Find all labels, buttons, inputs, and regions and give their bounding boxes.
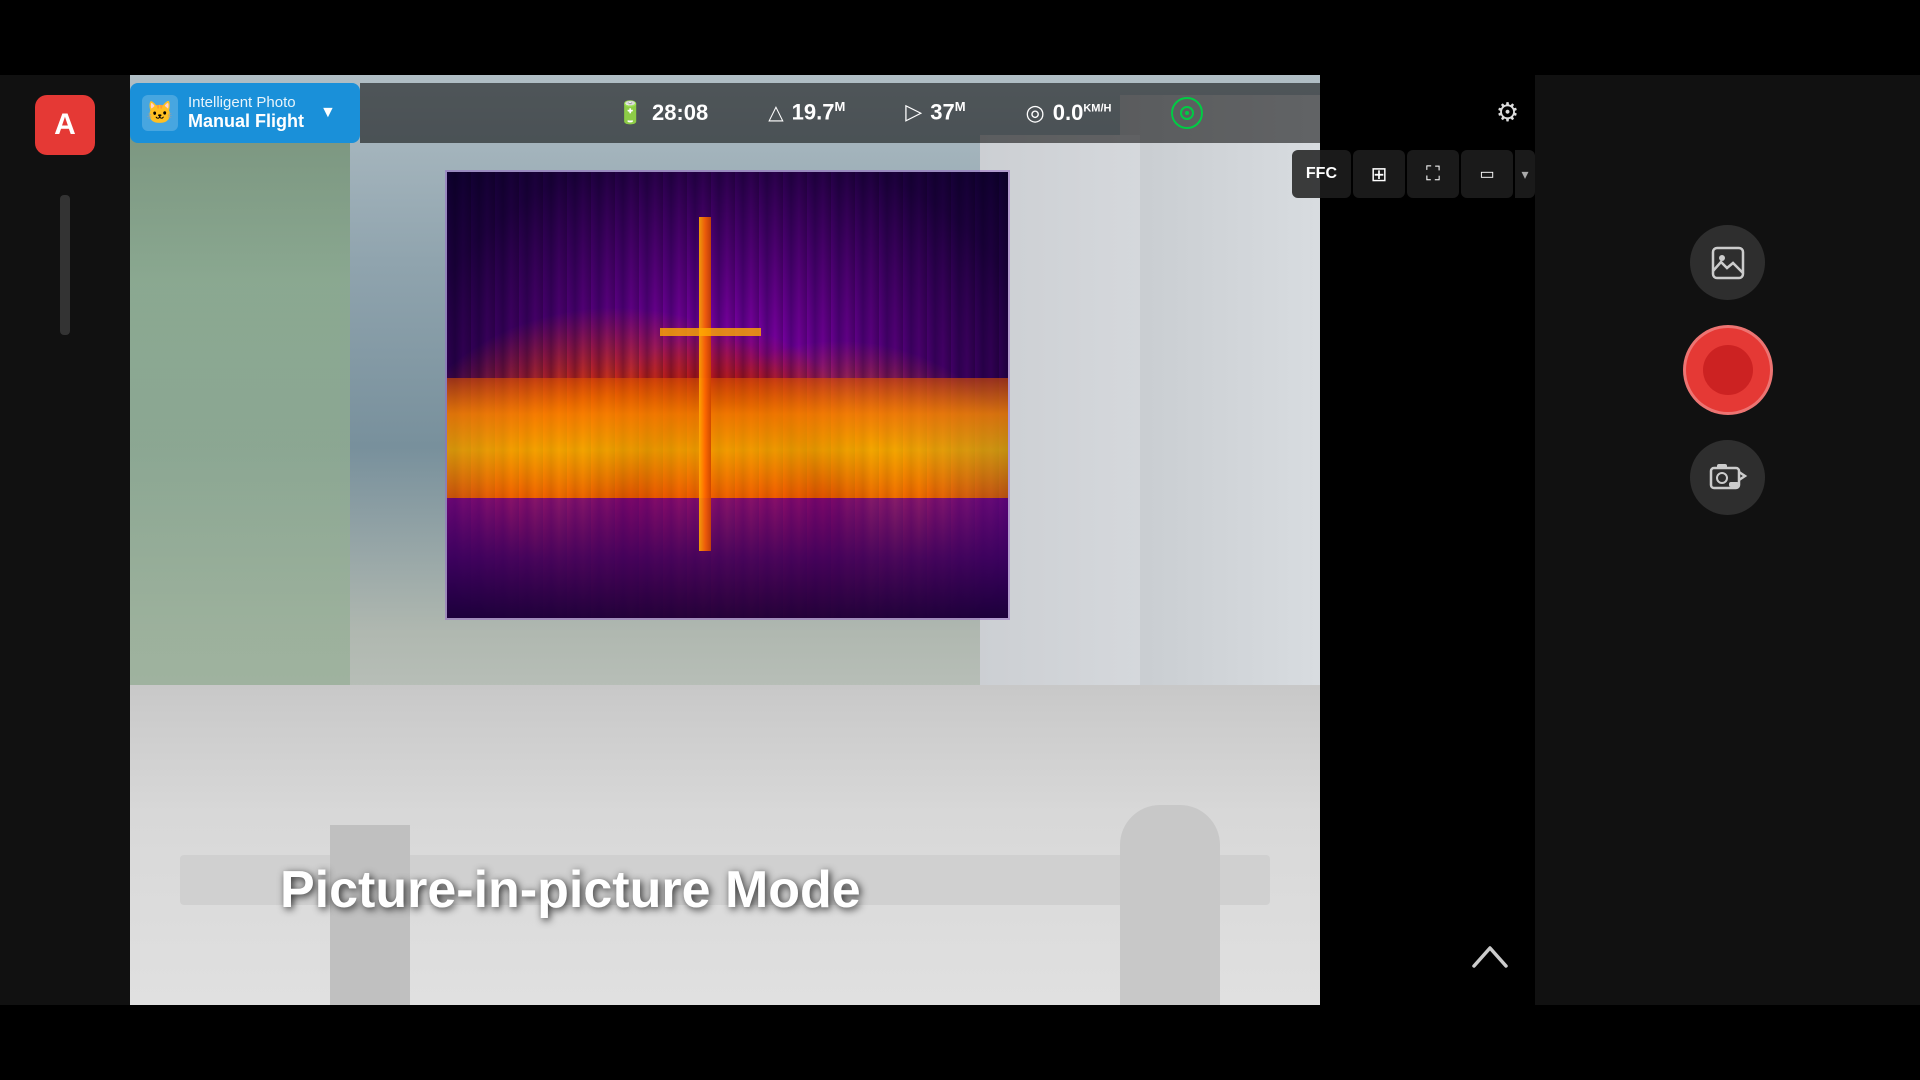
flight-mode-text: Intelligent Photo Manual Flight xyxy=(188,94,304,132)
distance-value: 37M xyxy=(930,99,965,125)
left-panel: A xyxy=(0,75,130,1005)
altitude-status: △ 19.7M xyxy=(768,99,845,125)
record-inner xyxy=(1703,345,1753,395)
pip-mode-label: Picture-in-picture Mode xyxy=(260,850,881,930)
altitude-icon: △ xyxy=(768,100,783,125)
altitude-value: 19.7M xyxy=(792,99,846,125)
distance-icon: ▷ xyxy=(905,99,922,125)
altitude-unit: M xyxy=(834,99,845,114)
battery-status: 🔋 28:08 xyxy=(617,100,709,126)
speed-value: 0.0KM/H xyxy=(1053,100,1112,126)
layout-button-2[interactable]: ⛶ xyxy=(1407,150,1459,198)
bottom-black-bar xyxy=(0,1005,1920,1080)
settings-button[interactable]: ⚙ xyxy=(1480,85,1535,140)
chevron-up-button[interactable] xyxy=(1470,942,1510,980)
thermal-pip-overlay xyxy=(445,170,1010,620)
bridge-support-2 xyxy=(1120,805,1220,1005)
thermal-hot-zone xyxy=(447,378,1008,498)
layout-button-3[interactable]: ▭ xyxy=(1461,150,1513,198)
thermal-arm xyxy=(660,328,761,336)
gps-dot xyxy=(1185,111,1189,115)
speed-unit: KM/H xyxy=(1083,102,1111,114)
distance-unit: M xyxy=(955,99,966,114)
building-right-1 xyxy=(1120,95,1320,695)
layout-icon-2: ⛶ xyxy=(1426,163,1440,186)
gallery-button[interactable] xyxy=(1690,225,1765,300)
gps-inner-ring xyxy=(1180,106,1194,120)
gps-status xyxy=(1171,97,1203,129)
speed-icon: ◎ xyxy=(1026,100,1045,126)
flight-mode-button[interactable]: 🐱 Intelligent Photo Manual Flight ▼ xyxy=(130,83,360,143)
flight-mode-dropdown-arrow: ▼ xyxy=(320,104,336,122)
logo-letter: A xyxy=(54,108,76,142)
layout-icon-3: ▭ xyxy=(1479,164,1494,184)
battery-value: 28:08 xyxy=(652,100,708,126)
gps-icon xyxy=(1171,97,1203,129)
bridge xyxy=(130,685,1320,1005)
flight-mode-emoji: 🐱 xyxy=(146,100,173,126)
layout-icon-1: ⊞ xyxy=(1371,162,1388,187)
settings-icon: ⚙ xyxy=(1496,97,1519,128)
top-black-bar xyxy=(0,0,1920,75)
thermal-bottom-zone xyxy=(447,498,1008,618)
distance-status: ▷ 37M xyxy=(905,99,965,125)
flight-mode-icon: 🐱 xyxy=(142,95,178,131)
speed-status: ◎ 0.0KM/H xyxy=(1026,100,1112,126)
ffc-button[interactable]: FFC xyxy=(1292,150,1351,198)
right-toolbar: FFC ⊞ ⛶ ▭ ▾ xyxy=(1292,150,1535,198)
main-camera-view: Picture-in-picture Mode xyxy=(130,75,1320,1005)
left-side-tab[interactable] xyxy=(60,195,70,335)
gallery-icon xyxy=(1710,245,1746,281)
flight-mode-label: Intelligent Photo xyxy=(188,94,304,111)
right-panel xyxy=(1535,75,1920,1005)
thermal-pole xyxy=(699,217,711,552)
record-button[interactable] xyxy=(1683,325,1773,415)
app-logo[interactable]: A xyxy=(35,95,95,155)
camera-switch-icon xyxy=(1708,458,1748,498)
status-area: 🔋 28:08 △ 19.7M ▷ 37M ◎ 0.0KM/H xyxy=(360,83,1460,143)
flight-mode-sublabel: Manual Flight xyxy=(188,111,304,132)
chevron-up-icon xyxy=(1470,942,1510,972)
camera-switch-button[interactable] xyxy=(1690,440,1765,515)
battery-icon: 🔋 xyxy=(617,100,644,126)
layout-button-1[interactable]: ⊞ xyxy=(1353,150,1405,198)
layout-dropdown-arrow[interactable]: ▾ xyxy=(1515,150,1535,198)
top-bar: 🐱 Intelligent Photo Manual Flight ▼ 🔋 28… xyxy=(130,75,1535,150)
building-left xyxy=(130,105,350,705)
